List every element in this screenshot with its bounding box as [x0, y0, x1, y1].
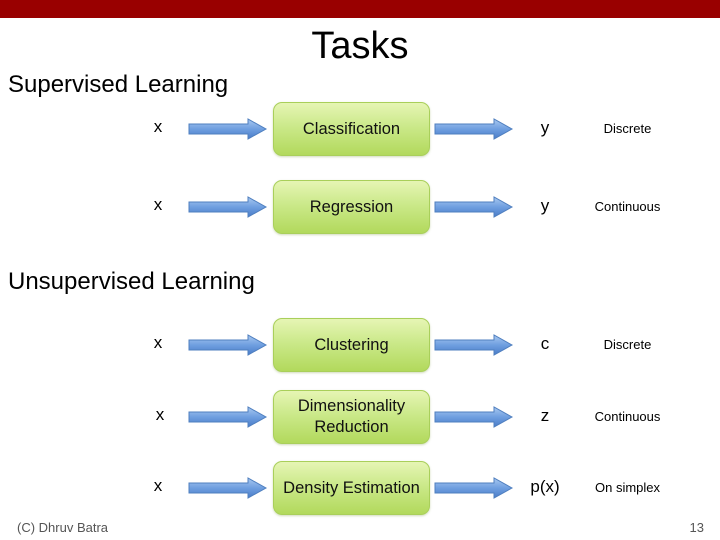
task-box-density-estimation: Density Estimation [273, 461, 430, 515]
output-arrow [434, 196, 514, 218]
right-arrow-icon [434, 477, 514, 499]
input-arrow [188, 334, 268, 356]
output-variable: z [540, 406, 550, 425]
right-arrow-icon [188, 477, 268, 499]
output-variable: c [540, 334, 550, 353]
right-arrow-icon [434, 196, 514, 218]
right-arrow-icon [434, 118, 514, 140]
input-variable: x [153, 195, 163, 214]
right-arrow-icon [188, 196, 268, 218]
output-arrow [434, 406, 514, 428]
right-arrow-icon [188, 406, 268, 428]
section-heading-supervised: Supervised Learning [8, 71, 229, 98]
footer-author: (C) Dhruv Batra [17, 520, 109, 535]
output-arrow [434, 477, 514, 499]
output-arrow [434, 334, 514, 356]
input-arrow [188, 118, 268, 140]
output-type-label: Discrete [603, 121, 652, 136]
right-arrow-icon [188, 118, 268, 140]
page-number: 13 [689, 520, 704, 535]
task-box-clustering: Clustering [273, 318, 430, 372]
input-arrow [188, 406, 268, 428]
title-bar-accent [0, 0, 720, 18]
output-arrow [434, 118, 514, 140]
section-heading-unsupervised: Unsupervised Learning [8, 268, 255, 295]
output-type-label: Discrete [603, 337, 652, 352]
task-box-dimensionality-reduction: Dimensionality Reduction [273, 390, 430, 444]
output-variable: y [540, 118, 550, 137]
right-arrow-icon [434, 406, 514, 428]
slide-title: Tasks [311, 25, 409, 67]
input-arrow [188, 196, 268, 218]
task-box-classification: Classification [273, 102, 430, 156]
right-arrow-icon [434, 334, 514, 356]
input-variable: x [153, 117, 163, 136]
output-type-label: Continuous [594, 409, 661, 424]
output-variable: y [540, 196, 550, 215]
input-arrow [188, 477, 268, 499]
input-variable: x [153, 333, 163, 352]
input-variable: x [155, 405, 165, 424]
output-variable: p(x) [530, 477, 560, 496]
output-type-label: On simplex [594, 480, 661, 495]
task-box-regression: Regression [273, 180, 430, 234]
input-variable: x [153, 476, 163, 495]
right-arrow-icon [188, 334, 268, 356]
output-type-label: Continuous [594, 199, 661, 214]
